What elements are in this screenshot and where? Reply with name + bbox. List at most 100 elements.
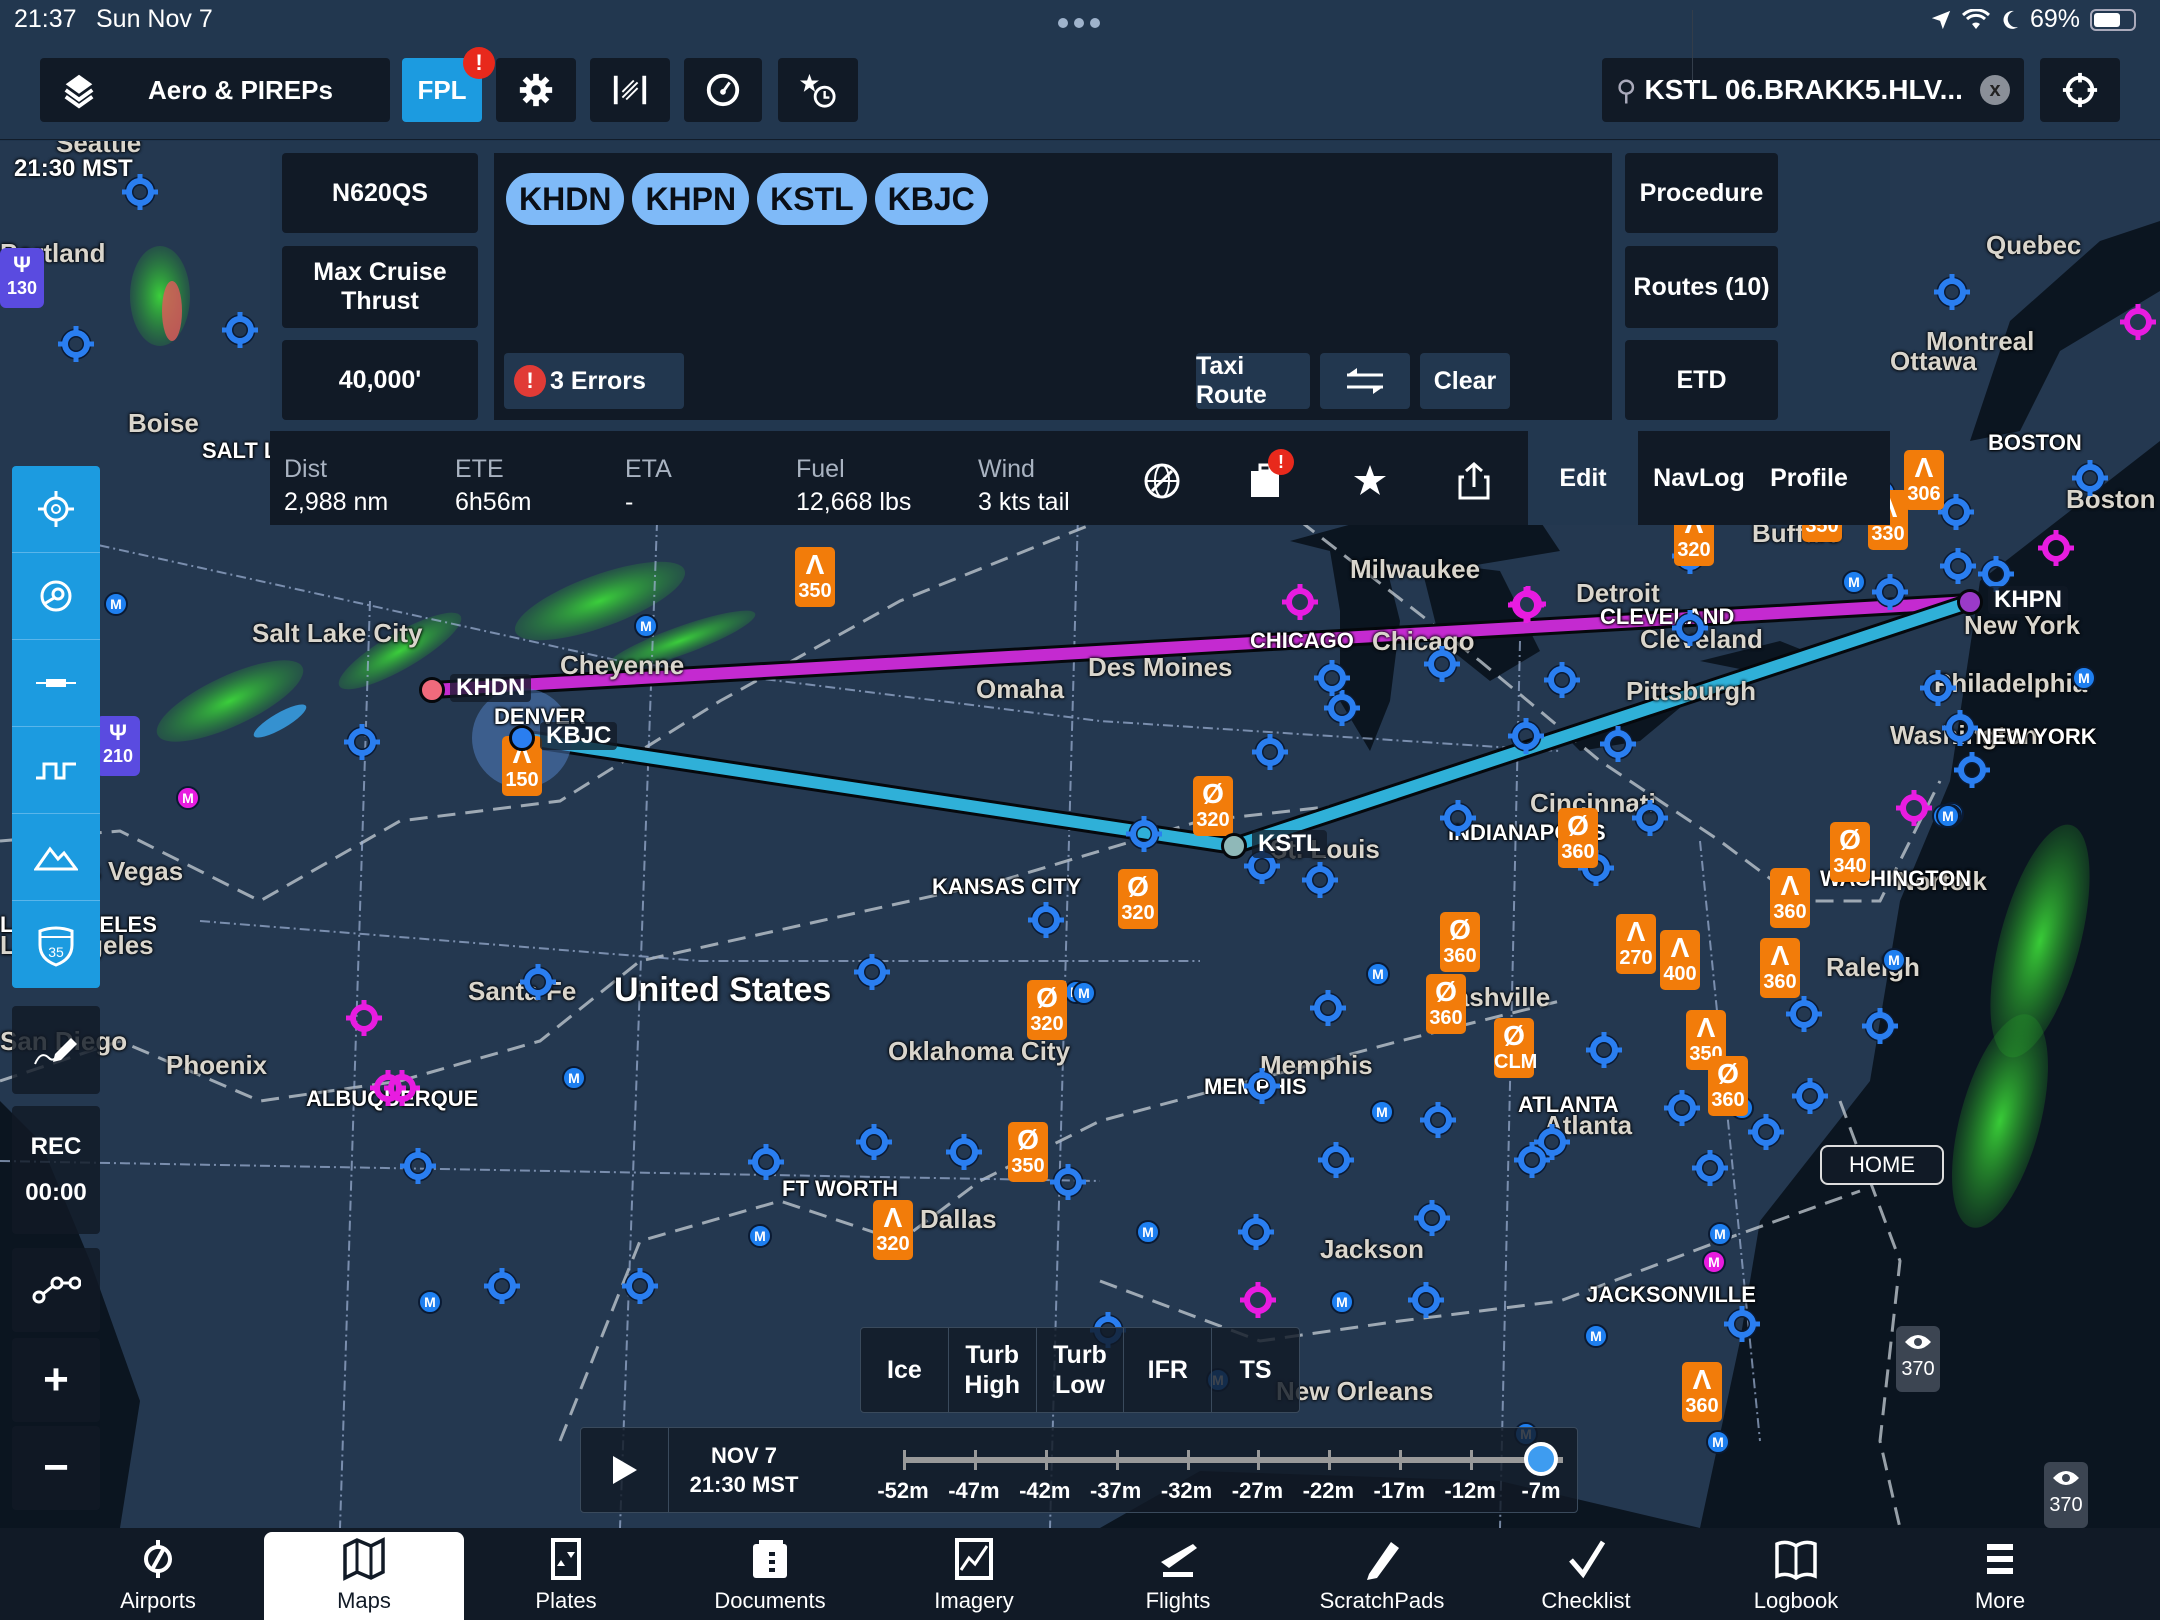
metar-station-icon[interactable]: M — [1136, 1220, 1160, 1244]
vor-navaid-icon[interactable] — [1250, 732, 1290, 772]
metar-station-icon[interactable]: M — [418, 1290, 442, 1314]
vor-navaid-icon[interactable] — [1308, 988, 1348, 1028]
tab-imagery[interactable]: Imagery — [874, 1528, 1074, 1620]
vor-navaid-icon[interactable] — [1598, 724, 1638, 764]
metar-station-icon[interactable]: M — [1370, 1100, 1394, 1124]
airport-marker-khpn[interactable] — [1957, 589, 1983, 615]
reverse-route-button[interactable] — [1320, 353, 1410, 409]
profile-view-button[interactable] — [12, 727, 100, 814]
vor-navaid-icon[interactable] — [1952, 750, 1992, 790]
vor-navaid-icon[interactable] — [398, 1146, 438, 1186]
timeline-slider-thumb[interactable] — [1524, 1442, 1558, 1476]
recorder-button[interactable]: REC 00:00 — [12, 1106, 100, 1234]
performance-profile-selector[interactable]: Max Cruise Thrust — [282, 246, 478, 328]
vor-navaid-icon[interactable] — [746, 1142, 786, 1182]
vor-navaid-icon[interactable] — [1236, 1212, 1276, 1252]
vor-navaid-icon[interactable] — [1506, 716, 1546, 756]
metar-station-icon[interactable]: M — [1882, 948, 1906, 972]
vor-navaid-icon[interactable] — [1406, 1280, 1446, 1320]
pirep-icing-marker[interactable]: Ø CLM — [1494, 1018, 1537, 1078]
clear-route-button[interactable]: Clear — [1420, 353, 1510, 409]
vor-navaid-icon[interactable] — [1722, 1304, 1762, 1344]
restricted-airspace-icon[interactable] — [368, 1068, 408, 1108]
metar-station-icon[interactable]: M — [176, 786, 200, 810]
airport-label[interactable]: KHPN — [1988, 586, 2069, 614]
vor-navaid-icon[interactable] — [56, 324, 96, 364]
center-route-button[interactable] — [12, 466, 100, 553]
filter-ice[interactable]: Ice — [861, 1328, 949, 1412]
restricted-airspace-icon[interactable] — [344, 998, 384, 1038]
vor-navaid-icon[interactable] — [120, 172, 160, 212]
procedure-button[interactable]: Procedure — [1625, 153, 1778, 233]
vor-navaid-icon[interactable] — [1662, 1088, 1702, 1128]
waypoint-chip-khdn[interactable]: KHDN — [506, 173, 625, 225]
metar-station-icon[interactable]: M — [1366, 962, 1390, 986]
pirep-sky-marker[interactable]: 370 — [2044, 1462, 2088, 1528]
altitude-selector[interactable]: 40,000' — [282, 340, 478, 420]
pirep-turbulence-marker[interactable]: Λ 400 — [1660, 930, 1700, 990]
pirep-turbulence-marker[interactable]: Λ 360 — [1760, 938, 1800, 998]
vor-navaid-icon[interactable] — [852, 952, 892, 992]
metar-station-icon[interactable]: M — [634, 614, 658, 638]
track-up-button[interactable] — [12, 553, 100, 640]
airport-marker-kstl[interactable] — [1221, 833, 1247, 859]
errors-button[interactable]: ! 3 Errors — [504, 353, 684, 409]
pirep-icing-marker[interactable]: Ø 320 — [1193, 776, 1233, 836]
vor-navaid-icon[interactable] — [1412, 1198, 1452, 1238]
pirep-turbulence-marker[interactable]: Λ 306 — [1904, 450, 1944, 510]
waypoint-chip-kbjc[interactable]: KBJC — [874, 173, 988, 225]
tab-navlog[interactable]: NavLog — [1644, 431, 1754, 525]
vor-navaid-icon[interactable] — [1860, 1006, 1900, 1046]
filter-turb-high[interactable]: Turb High — [949, 1328, 1037, 1412]
vor-navaid-icon[interactable] — [1870, 572, 1910, 612]
vor-navaid-icon[interactable] — [1630, 798, 1670, 838]
airport-marker-kbjc[interactable] — [509, 725, 535, 751]
sigmet-marker[interactable]: Ψ 130 — [0, 248, 44, 308]
terrain-button[interactable] — [12, 814, 100, 901]
pirep-turbulence-marker[interactable]: Λ 360 — [1682, 1362, 1722, 1422]
zoom-out-button[interactable]: − — [12, 1426, 100, 1510]
pirep-turbulence-marker[interactable]: Λ350 — [795, 547, 835, 607]
vor-navaid-icon[interactable] — [1940, 708, 1980, 748]
pirep-icing-marker[interactable]: Ø 320 — [1118, 869, 1158, 929]
annotate-button[interactable] — [12, 1006, 100, 1094]
metar-station-icon[interactable]: M — [1702, 1250, 1726, 1274]
search-input[interactable]: KSTL 06.BRAKK5.HLV... — [1645, 74, 1980, 106]
restricted-airspace-icon[interactable] — [1894, 788, 1934, 828]
clear-search-icon[interactable]: x — [1980, 75, 2010, 105]
tab-more[interactable]: More — [1900, 1528, 2100, 1620]
airport-label[interactable]: KBJC — [540, 722, 618, 750]
zoom-in-button[interactable]: + — [12, 1338, 100, 1422]
pirep-turbulence-marker[interactable]: Λ 360 — [1770, 868, 1810, 928]
vor-navaid-icon[interactable] — [1784, 994, 1824, 1034]
tab-flights[interactable]: Flights — [1078, 1528, 1278, 1620]
pirep-icing-marker[interactable]: Ø 320 — [1027, 980, 1067, 1040]
aircraft-selector[interactable]: N620QS — [282, 153, 478, 233]
vor-navaid-icon[interactable] — [1300, 860, 1340, 900]
tab-logbook[interactable]: Logbook — [1696, 1528, 1896, 1620]
restricted-airspace-icon[interactable] — [1506, 585, 1546, 625]
filter-turb-low[interactable]: Turb Low — [1037, 1328, 1125, 1412]
vor-navaid-icon[interactable] — [220, 310, 260, 350]
vor-navaid-icon[interactable] — [1422, 644, 1462, 684]
vor-navaid-icon[interactable] — [1438, 798, 1478, 838]
vor-navaid-icon[interactable] — [518, 962, 558, 1002]
vor-navaid-icon[interactable] — [2070, 458, 2110, 498]
metar-station-icon[interactable]: M — [1842, 570, 1866, 594]
tab-edit[interactable]: Edit — [1528, 431, 1638, 525]
share-icon[interactable] — [1454, 461, 1494, 501]
pirep-turbulence-marker[interactable]: Λ 270 — [1616, 914, 1656, 974]
timeline-track[interactable] — [903, 1457, 1563, 1463]
restricted-airspace-icon[interactable] — [2118, 302, 2158, 342]
globe-route-icon[interactable] — [1142, 461, 1182, 501]
vor-navaid-icon[interactable] — [1026, 900, 1066, 940]
sigmet-marker[interactable]: Ψ 210 — [96, 716, 140, 776]
vor-navaid-icon[interactable] — [1316, 1140, 1356, 1180]
etd-button[interactable]: ETD — [1625, 340, 1778, 420]
metar-station-icon[interactable]: M — [1708, 1222, 1732, 1246]
vor-navaid-icon[interactable] — [1938, 546, 1978, 586]
locate-ownship-button[interactable] — [2040, 58, 2120, 122]
vor-navaid-icon[interactable] — [1542, 660, 1582, 700]
runway-button[interactable] — [12, 640, 100, 727]
pirep-icing-marker[interactable]: Ø 350 — [1008, 1122, 1048, 1182]
